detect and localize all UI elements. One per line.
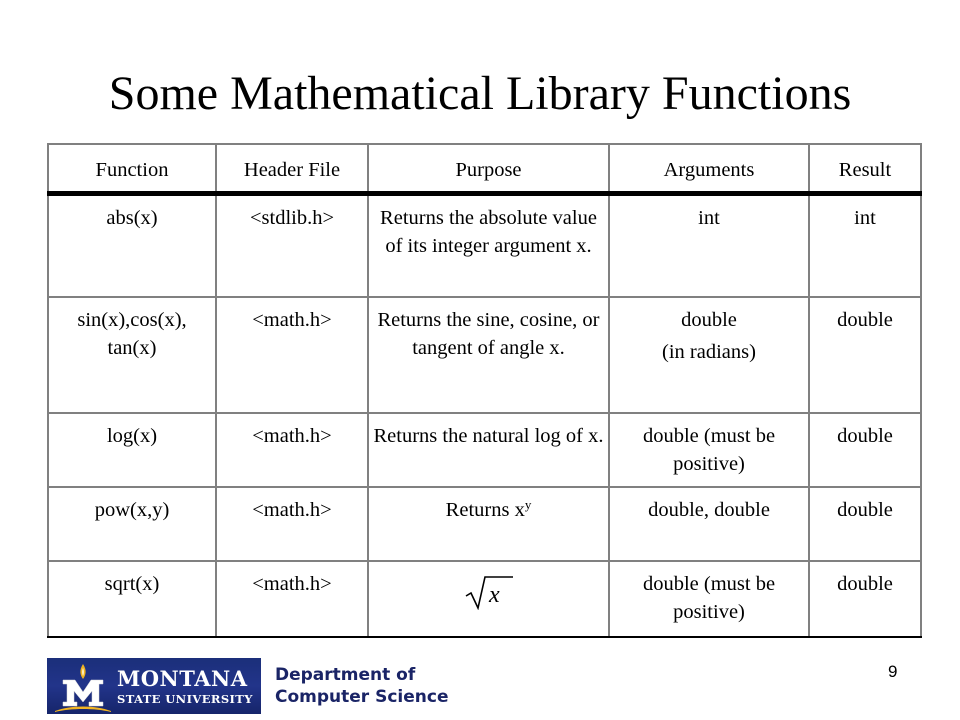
cell-arguments: int [608,192,810,298]
table-row: log(x) <math.h> Returns the natural log … [47,412,922,488]
cell-result: double [808,486,922,562]
exponent-superscript: y [524,497,532,512]
arguments-line: double (must be positive) [642,425,776,475]
column-header-purpose: Purpose [367,143,610,196]
cell-function: abs(x) [47,192,217,298]
slide-title: Some Mathematical Library Functions [108,67,852,120]
radicand: x [488,582,500,608]
purpose-text: Returns x [445,499,525,521]
msu-logo: MONTANA STATE UNIVERSITY [47,658,261,714]
cell-result: int [808,192,922,298]
cell-header-file: <math.h> [215,560,369,638]
arguments-note: (in radians) [662,341,756,363]
cell-header-file: <math.h> [215,412,369,488]
cell-header-file: <math.h> [215,296,369,414]
column-header-function: Function [47,143,217,196]
cell-function: sin(x),cos(x), tan(x) [47,296,217,414]
msu-m-emblem-icon [55,664,111,712]
arguments-line: double (must be positive) [642,573,776,623]
cell-result: double [808,412,922,488]
square-root-formula: x [463,574,515,618]
arguments-line: double [681,309,737,331]
column-header-header-file: Header File [215,143,369,196]
page-number: 9 [888,662,898,681]
cell-arguments: double (must be positive) [608,412,810,488]
square-root-icon: x [465,576,513,611]
cell-arguments: double, double [608,486,810,562]
department-line-2: Computer Science [275,687,449,707]
table-row: abs(x) <stdlib.h> Returns the absolute v… [47,192,922,298]
cell-arguments: double (in radians) [608,296,810,414]
cell-purpose: x [367,560,610,638]
arguments-line: int [698,207,720,229]
cell-purpose: Returns xy [367,486,610,562]
logo-subname: STATE UNIVERSITY [117,692,253,706]
cell-function: pow(x,y) [47,486,217,562]
cell-purpose: Returns the sine, cosine, or tangent of … [367,296,610,414]
cell-purpose: Returns the natural log of x. [367,412,610,488]
arguments-line: double, double [648,499,770,521]
logo-name: MONTANA [117,666,248,691]
cell-header-file: <stdlib.h> [215,192,369,298]
table-row: sin(x),cos(x), tan(x) <math.h> Returns t… [47,296,922,414]
column-header-arguments: Arguments [608,143,810,196]
math-functions-table: Function Header File Purpose Arguments R… [47,143,922,638]
cell-function: sqrt(x) [47,560,217,638]
cell-result: double [808,560,922,638]
department-line-1: Department of [275,665,416,685]
column-header-result: Result [808,143,922,196]
cell-result: double [808,296,922,414]
cell-header-file: <math.h> [215,486,369,562]
cell-function: log(x) [47,412,217,488]
table-row: sqrt(x) <math.h> x double (must be posit… [47,560,922,638]
cell-purpose: Returns the absolute value of its intege… [367,192,610,298]
table-header-row: Function Header File Purpose Arguments R… [47,143,922,196]
table-row: pow(x,y) <math.h> Returns xy double, dou… [47,486,922,562]
department-name: Department of Computer Science [275,664,449,708]
cell-arguments: double (must be positive) [608,560,810,638]
